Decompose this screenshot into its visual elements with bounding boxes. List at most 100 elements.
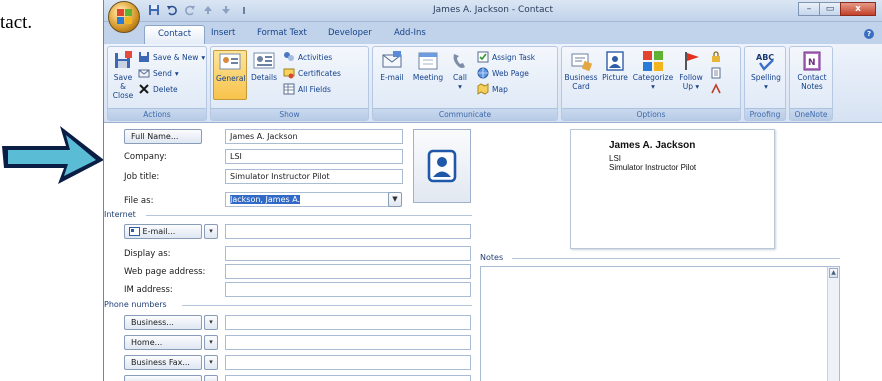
details-button[interactable]: Details: [249, 50, 279, 82]
contact-picture-button[interactable]: [413, 129, 471, 203]
globe-icon: [477, 67, 489, 79]
contact-photo-placeholder-icon: [427, 149, 457, 183]
picture-icon: [606, 51, 624, 71]
onenote-icon: N: [803, 51, 821, 71]
job-title-label: Job title:: [124, 172, 160, 182]
assign-task-button[interactable]: Assign Task: [477, 51, 535, 63]
window-controls: – ▭ x: [798, 2, 876, 16]
business-phone-dropdown[interactable]: ▾: [204, 315, 218, 330]
business-card-title: Simulator Instructor Pilot: [609, 163, 697, 172]
pointer-arrow-icon: [2, 126, 104, 184]
map-button[interactable]: Map: [477, 83, 508, 95]
email-button[interactable]: E-mail: [377, 50, 407, 82]
file-as-field[interactable]: Jackson, James A.: [225, 192, 389, 207]
scroll-up-button[interactable]: ▲: [829, 268, 838, 278]
web-page-button[interactable]: Web Page: [477, 67, 529, 79]
file-as-value: Jackson, James A.: [230, 195, 301, 204]
save-close-button[interactable]: Save & Close: [110, 50, 136, 100]
file-as-label: File as:: [124, 196, 154, 206]
notes-section: Notes: [480, 253, 840, 263]
actions-group: Save & Close Save & New ▾ Send ▾ Delete Act…: [107, 46, 207, 121]
file-as-dropdown-button[interactable]: ▼: [388, 192, 402, 207]
email-address-button-label: E-mail...: [142, 227, 176, 236]
actions-group-label: Actions: [108, 108, 206, 120]
save-new-icon: [139, 52, 149, 62]
maximize-button[interactable]: ▭: [819, 2, 841, 16]
email-icon: [382, 51, 402, 68]
notes-scrollbar[interactable]: ▲: [827, 267, 839, 381]
email-type-dropdown[interactable]: ▾: [204, 224, 218, 239]
categorize-button[interactable]: Categorize ▾: [632, 50, 674, 91]
picture-button[interactable]: Picture: [600, 50, 630, 82]
phone-extra-button[interactable]: [124, 375, 202, 381]
office-button[interactable]: [108, 1, 140, 33]
full-name-button[interactable]: Full Name...: [124, 129, 202, 144]
home-phone-field[interactable]: [225, 335, 471, 350]
notes-textarea[interactable]: ▲: [480, 266, 840, 381]
assign-task-icon: [477, 51, 489, 63]
company-field[interactable]: LSI: [225, 149, 403, 164]
show-group-label: Show: [211, 108, 368, 120]
tab-format-text[interactable]: Format Text: [257, 28, 307, 38]
title-bar: James A. Jackson - Contact – ▭ x: [104, 0, 882, 22]
phone-extra-field[interactable]: [225, 375, 471, 381]
tab-add-ins[interactable]: Add-Ins: [394, 28, 426, 38]
business-fax-button[interactable]: Business Fax...: [124, 355, 202, 370]
phone-numbers-section: Phone numbers: [104, 300, 474, 310]
activities-button[interactable]: Activities: [283, 51, 332, 63]
lock-icon[interactable]: [710, 51, 722, 63]
general-icon: [219, 53, 241, 70]
business-card-name: James A. Jackson: [609, 140, 696, 151]
send-button[interactable]: Send ▾: [138, 67, 179, 79]
web-page-address-label: Web page address:: [124, 267, 206, 277]
email-address-button[interactable]: E-mail...: [124, 224, 202, 239]
tab-contact[interactable]: Contact: [144, 25, 206, 44]
email-field[interactable]: [225, 224, 471, 239]
home-phone-button[interactable]: Home...: [124, 335, 202, 350]
certificates-icon: [283, 68, 295, 79]
contact-form: Full Name... James A. Jackson Company: L…: [104, 123, 882, 381]
help-icon[interactable]: ?: [864, 29, 874, 39]
job-title-field[interactable]: Simulator Instructor Pilot: [225, 169, 403, 184]
ribbon-tabs: Contact Insert Format Text Developer Add…: [104, 22, 882, 44]
phone-numbers-section-rule: [182, 305, 472, 306]
follow-up-button[interactable]: Follow Up ▾: [676, 50, 706, 91]
business-card-preview[interactable]: James A. Jackson LSI Simulator Instructo…: [570, 129, 775, 249]
business-phone-button[interactable]: Business...: [124, 315, 202, 330]
all-fields-button[interactable]: All Fields: [283, 83, 331, 95]
business-fax-field[interactable]: [225, 355, 471, 370]
web-page-address-field[interactable]: [225, 264, 471, 279]
send-icon: [138, 69, 150, 78]
close-button[interactable]: x: [840, 2, 876, 16]
minimize-button[interactable]: –: [798, 2, 820, 16]
mark-icon[interactable]: [710, 83, 722, 95]
save-new-button[interactable]: Save & New ▾: [138, 51, 205, 63]
onenote-group: N Contact Notes OneNote: [789, 46, 833, 121]
svg-text:N: N: [808, 58, 816, 68]
tab-insert[interactable]: Insert: [211, 28, 235, 38]
delete-button[interactable]: Delete: [138, 83, 178, 95]
phone-numbers-section-label: Phone numbers: [104, 300, 167, 309]
contact-notes-button[interactable]: N Contact Notes: [794, 50, 830, 91]
business-phone-field[interactable]: [225, 315, 471, 330]
call-button[interactable]: Call ▾: [449, 50, 471, 91]
general-button[interactable]: General: [213, 50, 247, 100]
company-label: Company:: [124, 152, 167, 162]
meeting-button[interactable]: Meeting: [411, 50, 445, 82]
options-group-label: Options: [562, 108, 740, 120]
tab-developer[interactable]: Developer: [328, 28, 372, 38]
address-book-icon[interactable]: [710, 67, 722, 79]
onenote-group-label: OneNote: [790, 108, 832, 120]
display-as-field[interactable]: [225, 246, 471, 261]
spelling-button[interactable]: ABC Spelling ▾: [749, 50, 783, 91]
business-card-button[interactable]: Business Card: [564, 50, 598, 91]
home-phone-dropdown[interactable]: ▾: [204, 335, 218, 350]
certificates-button[interactable]: Certificates: [283, 67, 341, 79]
business-fax-dropdown[interactable]: ▾: [204, 355, 218, 370]
phone-extra-dropdown[interactable]: [204, 375, 218, 381]
display-as-label: Display as:: [124, 249, 171, 259]
im-address-field[interactable]: [225, 282, 471, 297]
internet-section: Internet: [104, 210, 474, 220]
phone-icon: [453, 54, 465, 68]
full-name-field[interactable]: James A. Jackson: [225, 129, 403, 144]
